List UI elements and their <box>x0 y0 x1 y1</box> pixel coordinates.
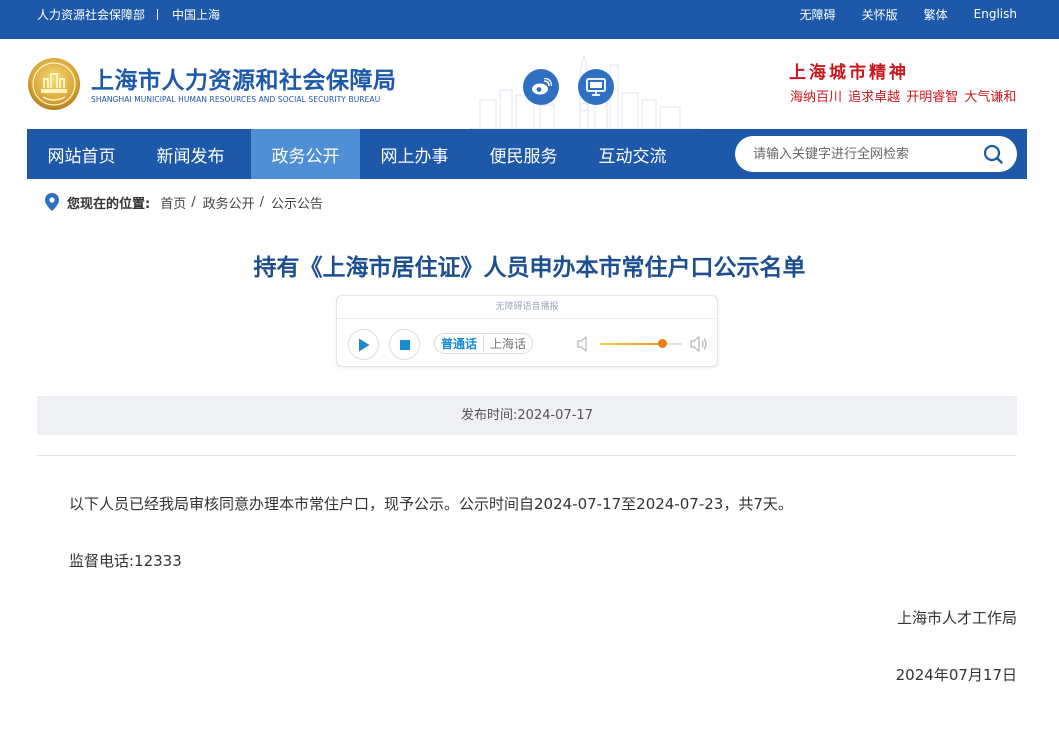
article-title: 持有《上海市居住证》人员申办本市常住户口公示名单 <box>253 255 806 281</box>
nav-home[interactable]: 网站首页 <box>27 129 136 179</box>
breadcrumb-separator: / <box>259 194 265 210</box>
audio-player: 无障碍语音播报 普通话 上海话 <box>336 295 718 367</box>
volume-fill <box>600 343 663 345</box>
city-spirit-slogan: 海纳百川 追求卓越 开明睿智 大气谦和 <box>790 90 1017 105</box>
breadcrumb-label: 您现在的位置: <box>67 196 151 212</box>
link-traditional-chinese[interactable]: 繁体 <box>924 6 948 23</box>
link-english[interactable]: English <box>974 7 1017 21</box>
play-icon <box>358 338 369 351</box>
breadcrumb-announcements[interactable]: 公示公告 <box>271 193 323 212</box>
breadcrumb-separator: / <box>191 194 196 210</box>
dialect-switch: 普通话 上海话 <box>434 333 534 354</box>
weibo-button[interactable] <box>523 69 559 105</box>
publish-time-bar: 发布时间:2024-07-17 <box>37 396 1017 435</box>
nav-online-services[interactable]: 网上办事 <box>360 129 469 179</box>
breadcrumb: 您现在的位置: 首页 / 政务公开 / 公示公告 <box>45 193 323 212</box>
mobile-site-button[interactable] <box>578 69 614 105</box>
city-spirit-title: 上海城市精神 <box>789 63 909 83</box>
nav-interaction[interactable]: 互动交流 <box>578 129 687 179</box>
audio-player-caption: 无障碍语音播报 <box>337 296 717 319</box>
top-links-left: 人力资源社会保障部 中国上海 <box>37 0 220 28</box>
stop-icon <box>399 339 410 350</box>
dialect-shanghainese[interactable]: 上海话 <box>484 335 532 352</box>
link-china-shanghai[interactable]: 中国上海 <box>172 6 220 23</box>
stop-button[interactable] <box>389 329 420 360</box>
search-icon[interactable] <box>983 144 1003 164</box>
site-name-english: SHANGHAI MUNICIPAL HUMAN RESOURCES AND S… <box>91 95 381 104</box>
link-mohrss[interactable]: 人力资源社会保障部 <box>37 6 145 23</box>
volume-high-icon[interactable] <box>690 335 708 353</box>
volume-low-icon[interactable] <box>577 336 591 352</box>
nav-public-services[interactable]: 便民服务 <box>469 129 578 179</box>
article-paragraph: 以下人员已经我局审核同意办理本市常住户口，现予公示。公示时间自2024-07-1… <box>69 495 793 513</box>
content-divider <box>37 455 1017 456</box>
main-nav: 网站首页 新闻发布 政务公开 网上办事 便民服务 互动交流 <box>27 129 1027 179</box>
dialect-mandarin[interactable]: 普通话 <box>435 335 485 352</box>
top-links-right: 无障碍 关怀版 繁体 English <box>774 0 1017 28</box>
weibo-icon <box>532 78 552 95</box>
site-search <box>735 136 1017 172</box>
supervision-phone: 监督电话:12333 <box>69 552 182 570</box>
link-care-version[interactable]: 关怀版 <box>862 6 898 23</box>
top-divider <box>157 8 159 20</box>
volume-handle[interactable] <box>658 339 668 348</box>
article-signature: 上海市人才工作局 <box>896 609 1017 627</box>
site-name[interactable]: 上海市人力资源和社会保障局 <box>91 61 397 95</box>
breadcrumb-home[interactable]: 首页 <box>160 193 186 212</box>
monitor-icon <box>586 78 606 96</box>
nav-news[interactable]: 新闻发布 <box>136 129 245 179</box>
volume-slider[interactable] <box>600 339 682 348</box>
location-pin-icon <box>45 193 59 211</box>
play-button[interactable] <box>348 329 379 360</box>
nav-government-affairs[interactable]: 政务公开 <box>251 129 360 179</box>
bureau-emblem-icon[interactable] <box>27 57 81 111</box>
search-input[interactable] <box>753 136 973 172</box>
breadcrumb-government-affairs[interactable]: 政务公开 <box>203 193 255 212</box>
article-date: 2024年07月17日 <box>895 666 1017 684</box>
site-header: 上海市人力资源和社会保障局 SHANGHAI MUNICIPAL HUMAN R… <box>0 39 1059 129</box>
link-accessibility[interactable]: 无障碍 <box>800 6 836 23</box>
top-utility-bar: 人力资源社会保障部 中国上海 无障碍 关怀版 繁体 English <box>0 0 1059 39</box>
